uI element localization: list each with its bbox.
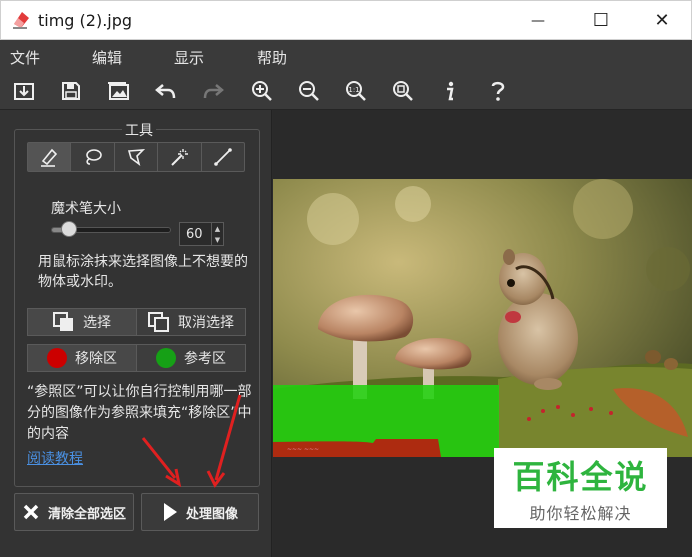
clear-all-selections-button[interactable]: 清除全部选区: [14, 493, 134, 531]
tool-selector: [27, 142, 245, 172]
polygon-lasso-tool-button[interactable]: [115, 143, 159, 171]
toolbar: 1:1: [0, 72, 692, 110]
info-icon[interactable]: [438, 79, 462, 103]
spin-arrows[interactable]: ▲ ▼: [211, 223, 223, 245]
brush-size-slider-thumb[interactable]: [61, 221, 77, 237]
polygon-lasso-icon: [127, 149, 146, 166]
watermark-logo: 百科全说 助你轻松解决: [494, 448, 667, 528]
menu-view[interactable]: 显示: [174, 47, 204, 68]
deselect-label: 取消选择: [178, 315, 234, 331]
eraser-app-icon: [13, 12, 29, 29]
lasso-tool-button[interactable]: [71, 143, 115, 171]
help-icon[interactable]: [486, 79, 510, 103]
close-button[interactable]: ✕: [639, 1, 685, 40]
minimize-button[interactable]: —: [515, 1, 561, 40]
menu-bar: 文件 编辑 显示 帮助: [0, 40, 692, 72]
menu-edit[interactable]: 编辑: [92, 47, 122, 68]
remove-area-color-dot: [47, 348, 67, 368]
brush-hint-text: 用鼠标涂抹来选择图像上不想要的物体或水印。: [38, 254, 248, 290]
remove-area-label: 移除区: [75, 351, 117, 367]
image-icon[interactable]: [107, 79, 131, 103]
select-label: 选择: [83, 315, 111, 331]
process-image-button[interactable]: 处理图像: [141, 493, 259, 531]
clear-x-icon: [23, 504, 39, 520]
save-icon[interactable]: [59, 79, 83, 103]
actual-size-icon[interactable]: 1:1: [344, 79, 368, 103]
open-icon[interactable]: [12, 79, 36, 103]
line-tool-button[interactable]: [202, 143, 244, 171]
reference-area-description: “参照区”可以让你自行控制用哪一部分的图像作为参照来填充“移除区”中的内容: [27, 384, 252, 442]
zoom-in-icon[interactable]: [250, 79, 274, 103]
read-tutorial-link[interactable]: 阅读教程: [27, 448, 83, 468]
magic-wand-icon: [171, 149, 189, 166]
brush-size-spinbox[interactable]: 60 ▲ ▼: [179, 222, 224, 246]
brush-size-label: 魔术笔大小: [51, 201, 121, 217]
remove-area-button[interactable]: 移除区: [28, 345, 137, 371]
lasso-icon: [85, 149, 102, 165]
reference-area-label: 参考区: [184, 351, 226, 367]
line-icon: [214, 148, 232, 166]
redo-icon[interactable]: [201, 79, 225, 103]
process-label: 处理图像: [185, 506, 238, 522]
select-button[interactable]: 选择: [28, 309, 137, 335]
spin-down-icon[interactable]: ▼: [215, 236, 220, 244]
reference-area-button[interactable]: 参考区: [137, 345, 245, 371]
select-icon: [53, 312, 73, 331]
magic-wand-tool-button[interactable]: [158, 143, 202, 171]
deselect-icon: [148, 312, 169, 332]
area-type-row: 移除区 参考区: [27, 344, 246, 372]
watermark-sub-text: 助你轻松解决: [529, 504, 632, 523]
svg-text:~~~ ~~~: ~~~ ~~~: [287, 446, 319, 453]
tools-panel: 工具 魔术笔大小 60 ▲▼ 用鼠标涂抹来选择图像上不想要的物体或水印。 选择: [0, 110, 272, 557]
menu-file[interactable]: 文件: [10, 47, 40, 68]
tools-group-title: 工具: [122, 120, 156, 140]
clear-all-label: 清除全部选区: [47, 506, 126, 522]
deselect-button[interactable]: 取消选择: [137, 309, 245, 335]
brush-size-value: 60: [186, 227, 203, 242]
brush-tool-button[interactable]: [28, 143, 72, 171]
brush-icon: [41, 148, 58, 167]
title-bar: timg (2).jpg — ☐ ✕: [0, 0, 692, 40]
svg-text:1:1: 1:1: [348, 86, 359, 94]
fit-window-icon[interactable]: [391, 79, 415, 103]
maximize-button[interactable]: ☐: [578, 1, 624, 40]
zoom-out-icon[interactable]: [297, 79, 321, 103]
play-icon: [163, 503, 177, 521]
watermark-main-text: 百科全说: [512, 458, 649, 496]
window-title: timg (2).jpg: [38, 11, 133, 30]
menu-help[interactable]: 帮助: [257, 47, 287, 68]
reference-area-color-dot: [156, 348, 176, 368]
chipmunk-mushroom-photo: ~~~ ~~~: [273, 179, 692, 457]
spin-up-icon[interactable]: ▲: [215, 225, 220, 233]
undo-icon[interactable]: [154, 79, 178, 103]
selection-mode-row: 选择 取消选择: [27, 308, 246, 336]
